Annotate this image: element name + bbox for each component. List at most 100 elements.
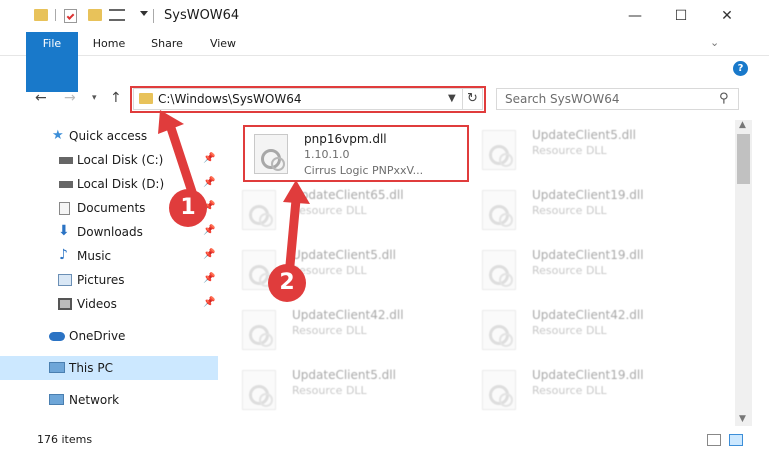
dll-file-icon [242,190,276,230]
new-folder-icon[interactable] [88,9,102,21]
drive-icon [59,181,73,188]
window-title: SysWOW64 [164,8,240,23]
sidebar-item-label: This PC [69,361,113,375]
file-name: UpdateClient5.dll [532,128,636,142]
cloud-icon [49,332,65,341]
search-box[interactable]: ⚲ [496,88,739,110]
file-description: Resource DLL [292,384,367,397]
file-name: UpdateClient5.dll [292,248,396,262]
up-arrow-icon[interactable]: ↑ [110,90,122,106]
dll-file-icon [242,370,276,410]
file-description: Resource DLL [532,264,607,277]
expand-ribbon-icon[interactable]: ⌄ [710,36,719,49]
navigation-pane: ★ Quick access Local Disk (C:) 📌 Local D… [0,124,218,424]
file-description: Resource DLL [532,324,607,337]
sidebar-item-local-disk-c[interactable]: Local Disk (C:) 📌 [0,148,218,172]
download-icon: ⬇ [58,223,70,239]
close-button[interactable]: ✕ [704,0,750,32]
documents-icon [59,202,70,215]
file-item[interactable]: UpdateClient19.dll Resource DLL [472,182,722,242]
file-description: Resource DLL [292,324,367,337]
file-item[interactable]: UpdateClient42.dll Resource DLL [232,302,482,362]
tab-file[interactable]: File [26,32,78,92]
large-icons-view-icon[interactable] [729,434,743,446]
sidebar-item-videos[interactable]: Videos 📌 [0,292,218,316]
dll-file-icon [482,370,516,410]
tab-view[interactable]: View [198,32,248,56]
recent-locations-icon[interactable]: ▾ [92,93,97,103]
file-description: Resource DLL [292,204,367,217]
file-item[interactable]: UpdateClient42.dll Resource DLL [472,302,722,362]
back-arrow-icon[interactable]: ← [35,90,47,106]
pin-icon[interactable]: 📌 [203,249,215,260]
scroll-up-icon[interactable]: ▲ [739,120,746,130]
dll-file-icon [482,190,516,230]
scroll-down-icon[interactable]: ▼ [739,414,746,424]
file-name: UpdateClient19.dll [532,248,644,262]
marker-2-label: 2 [279,270,295,295]
file-name: UpdateClient19.dll [532,368,644,382]
forward-arrow-icon[interactable]: → [64,90,76,106]
separator [55,9,56,21]
sidebar-item-label: Local Disk (D:) [77,177,165,191]
sidebar-item-label: Music [77,249,112,263]
file-description: Resource DLL [532,384,607,397]
sidebar-item-label: Local Disk (C:) [77,153,164,167]
file-name: UpdateClient65.dll [292,188,404,202]
properties-icon[interactable] [64,9,77,23]
file-description: Resource DLL [532,144,607,157]
status-bar: 176 items [0,430,769,450]
details-view-icon[interactable] [707,434,721,446]
sidebar-item-label: OneDrive [69,329,126,343]
tab-home[interactable]: Home [84,32,134,56]
file-name: UpdateClient42.dll [532,308,644,322]
sidebar-item-network[interactable]: Network [0,388,218,412]
dll-file-icon [482,250,516,290]
ribbon: File Home Share View ⌄ [0,32,769,92]
file-item[interactable]: UpdateClient5.dll Resource DLL [472,122,722,182]
pin-icon[interactable]: 📌 [203,153,215,164]
help-button[interactable]: ? [733,61,748,76]
title-bar: SysWOW64 — ☐ ✕ [0,0,769,32]
scroll-thumb[interactable] [737,134,750,184]
sidebar-item-pictures[interactable]: Pictures 📌 [0,268,218,292]
pictures-icon [58,274,72,286]
music-icon: ♪ [59,247,68,263]
item-count: 176 items [37,433,93,446]
file-name: UpdateClient42.dll [292,308,404,322]
pin-icon[interactable]: 📌 [203,273,215,284]
search-input[interactable] [497,89,717,109]
sidebar-item-onedrive[interactable]: OneDrive [0,324,218,348]
dll-file-icon [482,310,516,350]
drive-icon [59,157,73,164]
minimize-button[interactable]: — [612,0,658,32]
marker-1-label: 1 [180,195,196,220]
search-icon[interactable]: ⚲ [719,91,729,106]
sidebar-item-label: Network [69,393,120,407]
file-highlight [243,125,469,182]
sidebar-item-music[interactable]: ♪ Music 📌 [0,244,218,268]
file-item[interactable]: UpdateClient19.dll Resource DLL [472,242,722,302]
file-item[interactable]: UpdateClient65.dll Resource DLL [232,182,482,242]
file-item[interactable]: UpdateClient19.dll Resource DLL [472,362,722,422]
network-icon [49,394,64,405]
maximize-button[interactable]: ☐ [658,0,704,32]
vertical-scrollbar[interactable]: ▲ ▼ [735,120,752,426]
pin-icon[interactable]: 📌 [203,297,215,308]
tab-share[interactable]: Share [142,32,192,56]
folder-icon [34,9,48,21]
videos-icon [58,298,72,310]
customize-toolbar-icon[interactable] [109,9,125,21]
separator [153,9,154,23]
pin-icon[interactable]: 📌 [203,177,215,188]
chevron-down-icon[interactable] [140,11,148,16]
file-name: UpdateClient19.dll [532,188,644,202]
sidebar-item-label: Downloads [77,225,143,239]
sidebar-item-label: Videos [77,297,117,311]
sidebar-item-quick-access[interactable]: ★ Quick access [0,124,218,148]
file-name: UpdateClient5.dll [292,368,396,382]
file-item[interactable]: UpdateClient5.dll Resource DLL [232,362,482,422]
sidebar-item-label: Documents [77,201,146,215]
star-icon: ★ [52,128,64,143]
sidebar-item-this-pc[interactable]: This PC [0,356,218,380]
